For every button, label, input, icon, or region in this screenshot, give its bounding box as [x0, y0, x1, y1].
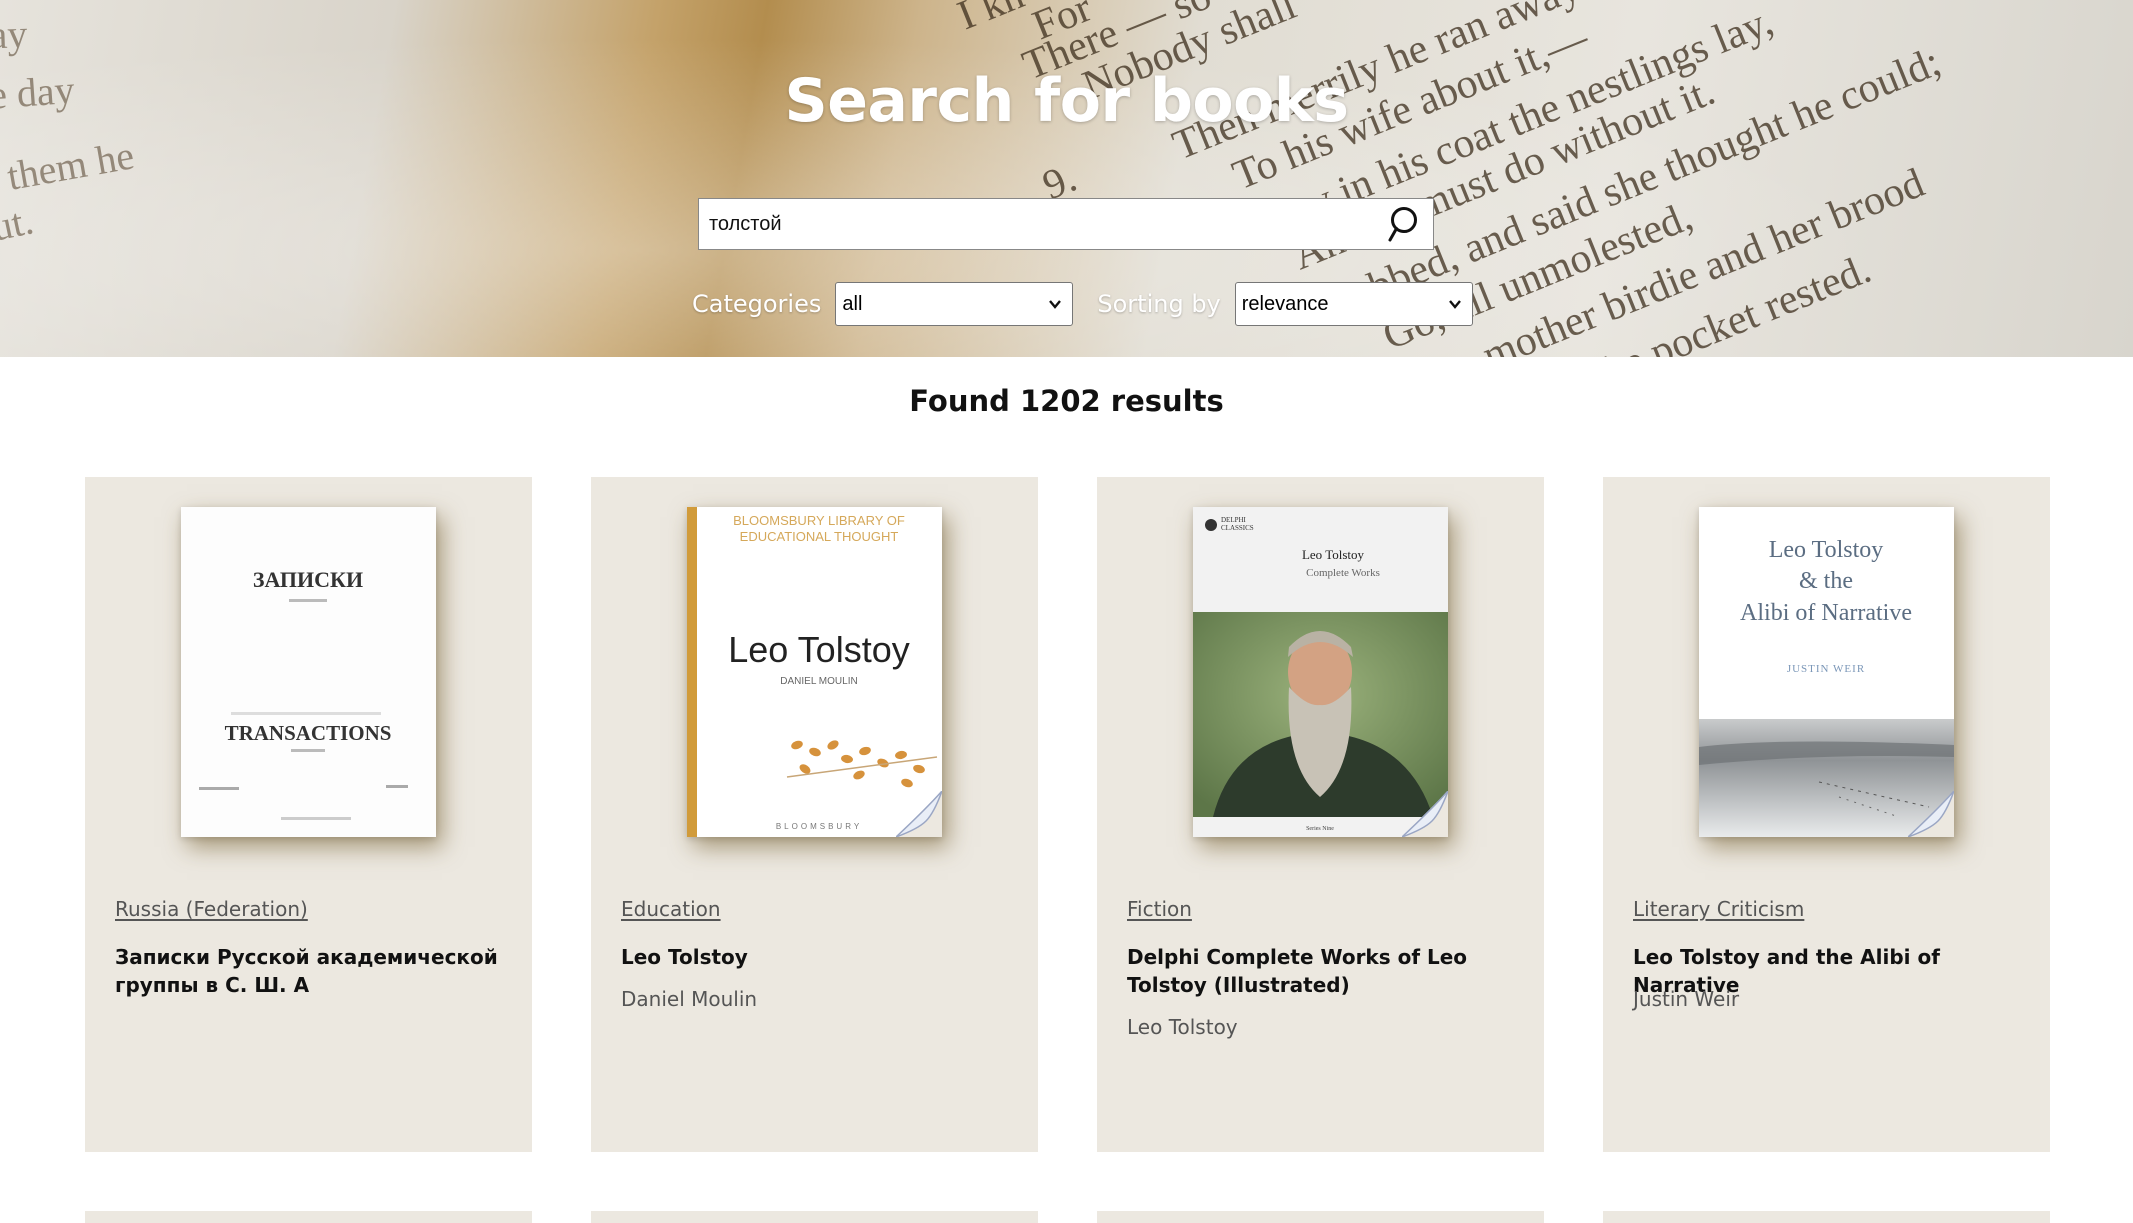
book-cover-image: Leo Tolstoy & the Alibi of Narrative JUS… [1699, 507, 1954, 837]
cover-text-top: ЗАПИСКИ [253, 567, 363, 592]
book-card-partial[interactable] [85, 1211, 532, 1223]
cover-title: Leo Tolstoy [728, 629, 909, 670]
book-category-link[interactable]: Fiction [1127, 897, 1192, 921]
page-curl-icon [1402, 791, 1448, 837]
results-count: Found 1202 results [909, 384, 1224, 418]
svg-text:them he: them he [4, 132, 138, 198]
book-title[interactable]: Delphi Complete Works of Leo Tolstoy (Il… [1127, 943, 1517, 999]
book-card[interactable]: BLOOMSBURY LIBRARY OF EDUCATIONAL THOUGH… [591, 477, 1038, 1152]
book-title[interactable]: Записки Русской академической группы в С… [115, 943, 505, 999]
book-card[interactable]: Leo Tolstoy & the Alibi of Narrative JUS… [1603, 477, 2050, 1152]
book-cover[interactable]: BLOOMSBURY LIBRARY OF EDUCATIONAL THOUGH… [687, 507, 942, 837]
svg-text:I kn: I kn [952, 0, 1031, 39]
categories-selected-value: all [842, 292, 863, 315]
svg-text:CLASSICS: CLASSICS [1221, 524, 1254, 532]
book-cover-image: ЗАПИСКИ TRANSACTIONS [181, 507, 436, 837]
book-cover-image: DELPHI CLASSICS Leo Tolstoy Complete Wor… [1193, 507, 1448, 837]
sorting-select[interactable]: relevance [1234, 282, 1473, 326]
book-category-link[interactable]: Literary Criticism [1633, 897, 1804, 921]
chevron-down-icon [1448, 300, 1461, 309]
book-title[interactable]: Leo Tolstoy [621, 943, 1011, 971]
page-curl-icon [896, 791, 942, 837]
book-author: Justin Weir [1633, 987, 1740, 1011]
book-card-partial[interactable] [1097, 1211, 1544, 1223]
search-button[interactable] [1383, 203, 1427, 245]
book-cover-image: BLOOMSBURY LIBRARY OF EDUCATIONAL THOUGH… [687, 507, 942, 837]
book-category-link[interactable]: Russia (Federation) [115, 897, 308, 921]
page-title: Search for books [784, 66, 1349, 136]
categories-label: Categories [692, 290, 822, 318]
book-author: Daniel Moulin [621, 987, 758, 1011]
book-author: Leo Tolstoy [1127, 1015, 1238, 1039]
svg-text:BLOOMSBURY LIBRARY OF: BLOOMSBURY LIBRARY OF [733, 513, 905, 528]
filters-row: Categories all Sorting by relevance [692, 282, 1473, 326]
sorting-selected-value: relevance [1241, 292, 1329, 315]
page-curl-icon [1908, 791, 1954, 837]
book-card-partial[interactable] [1603, 1211, 2050, 1223]
cover-subtitle: Complete Works [1306, 567, 1380, 579]
search-input[interactable] [709, 199, 1369, 249]
cover-text-bottom: TRANSACTIONS [225, 721, 392, 745]
svg-text:DELPHI: DELPHI [1221, 516, 1247, 524]
book-card[interactable]: DELPHI CLASSICS Leo Tolstoy Complete Wor… [1097, 477, 1544, 1152]
svg-text:Series Nine: Series Nine [1306, 826, 1334, 832]
cover-author: DANIEL MOULIN [780, 676, 857, 687]
book-cover[interactable]: DELPHI CLASSICS Leo Tolstoy Complete Wor… [1193, 507, 1448, 837]
sorting-label: Sorting by [1097, 290, 1221, 318]
book-cover[interactable]: ЗАПИСКИ TRANSACTIONS [181, 507, 436, 837]
svg-text:ay: ay [0, 11, 28, 57]
book-category-link[interactable]: Education [621, 897, 721, 921]
cover-title-line-3: Alibi of Narrative [1740, 600, 1912, 626]
book-card-partial[interactable] [591, 1211, 1038, 1223]
svg-text:ut.: ut. [0, 197, 37, 250]
hero-banner: ay e day them he ut. I kn For There — so… [0, 0, 2133, 357]
search-icon [1388, 207, 1417, 242]
cover-title-line-2: & the [1799, 568, 1853, 594]
search-bar [698, 198, 1434, 250]
chevron-down-icon [1049, 300, 1062, 309]
categories-select[interactable]: all [835, 282, 1074, 326]
book-card[interactable]: ЗАПИСКИ TRANSACTIONS Russia (Federation)… [85, 477, 532, 1152]
cover-title: Leo Tolstoy [1302, 547, 1365, 562]
book-cover[interactable]: Leo Tolstoy & the Alibi of Narrative JUS… [1699, 507, 1954, 837]
cover-title-line-1: Leo Tolstoy [1769, 537, 1884, 563]
cover-publisher: BLOOMSBURY [776, 822, 862, 831]
cover-author: JUSTIN WEIR [1787, 663, 1865, 675]
svg-text:EDUCATIONAL THOUGHT: EDUCATIONAL THOUGHT [740, 529, 899, 544]
